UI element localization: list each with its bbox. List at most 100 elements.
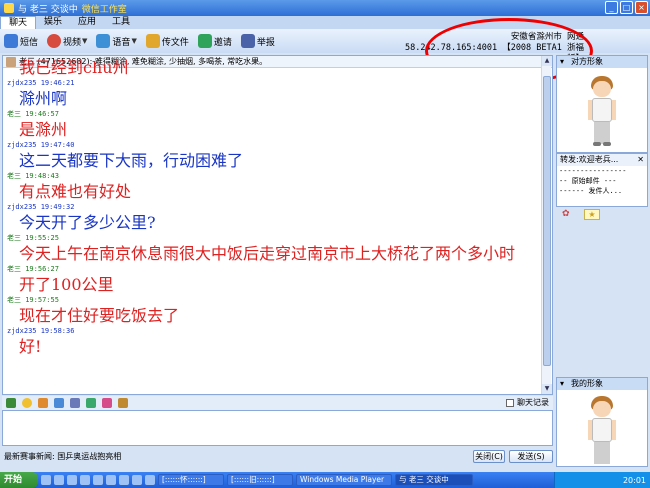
forward-mail-line: ---------------- — [559, 167, 627, 175]
message-meta: 老三 19:48:43 — [7, 172, 59, 180]
forward-mail-popup[interactable]: 转发:欢迎老兵... ✕ ---------------- -- 原始邮件 --… — [556, 153, 648, 207]
invite-button[interactable]: 邀请 — [197, 34, 232, 48]
forward-mail-header: 转发:欢迎老兵... ✕ — [557, 154, 647, 166]
tab-entertainment[interactable]: 娱乐 — [36, 16, 70, 29]
chevron-down-icon[interactable]: ▼ — [131, 37, 136, 45]
picture-icon[interactable] — [54, 398, 64, 408]
send-file-label: 传文件 — [161, 37, 189, 48]
forward-mail-title: 转发:欢迎老兵... — [560, 155, 619, 164]
my-avatar-figure — [582, 396, 622, 468]
video-label: 视频 — [63, 37, 82, 48]
app-icon[interactable] — [132, 475, 142, 485]
forward-mail-line: -- 原始邮件 --- — [559, 177, 617, 185]
scroll-down-icon[interactable]: ▼ — [542, 384, 552, 394]
taskbar-item[interactable]: Windows Media Player — [296, 474, 392, 486]
browser-icon[interactable] — [41, 475, 51, 485]
message-text: 开了100公里 — [19, 275, 114, 294]
send-file-button[interactable]: 传文件 — [145, 34, 189, 48]
folder-icon — [145, 34, 160, 48]
send-button[interactable]: 发送(S) — [509, 450, 553, 463]
message-input[interactable] — [2, 410, 553, 446]
sms-icon — [4, 34, 18, 48]
screenshot-icon[interactable] — [70, 398, 80, 408]
peer-avatar-header[interactable]: 对方形象 — [557, 56, 647, 68]
chevron-down-icon[interactable]: ▼ — [82, 37, 87, 45]
app-icon[interactable] — [106, 475, 116, 485]
title-bar: 与 老三 交谈中 微信工作室 _ □ × — [0, 0, 650, 16]
emoticon-icon[interactable] — [22, 398, 32, 408]
avatar-body — [592, 98, 612, 122]
app-icon[interactable] — [145, 475, 155, 485]
gift-icon[interactable] — [102, 398, 112, 408]
star-icon[interactable]: ★ — [584, 209, 600, 220]
start-button[interactable]: 开始 — [0, 472, 38, 488]
desktop-icon[interactable] — [67, 475, 77, 485]
app-icon[interactable] — [80, 475, 90, 485]
my-avatar-panel: 我的形象 — [556, 377, 648, 467]
news-ticker[interactable]: 最新赛事新闻: 国乒奥运战抱亮相 — [4, 451, 121, 462]
invite-label: 邀请 — [213, 37, 232, 48]
message-list: 我已经到chu州 zjdx235 19:46:21 滁州啊 老三 19:46:5… — [3, 57, 552, 358]
message-text: 今天上午在南京休息雨很大中饭后走穿过南京市上大桥花了两个多小时 — [19, 244, 516, 263]
video-button[interactable]: 视频 ▼ — [47, 34, 87, 48]
message-meta: 老三 19:46:57 — [7, 110, 59, 118]
system-tray: 20:01 — [554, 472, 650, 488]
report-button[interactable]: 举报 — [240, 34, 275, 48]
clock[interactable]: 20:01 — [623, 476, 646, 485]
settings-icon[interactable] — [118, 398, 128, 408]
input-toolbar: 聊天记录 — [2, 396, 553, 410]
avatar-arm — [612, 100, 616, 120]
music-icon[interactable] — [86, 398, 96, 408]
avatar-arm — [612, 420, 616, 440]
scrollbar-thumb[interactable] — [543, 76, 551, 366]
scroll-up-icon[interactable]: ▲ — [542, 56, 552, 66]
taskbar-item[interactable]: [::::::旧::::::] — [227, 474, 293, 486]
tab-apps[interactable]: 应用 — [70, 16, 104, 29]
avatar-actions: ✿ ★ — [556, 209, 648, 221]
avatar-shoe — [593, 142, 601, 146]
taskbar-item[interactable]: [::::::怀::::::] — [158, 474, 224, 486]
microphone-icon — [96, 34, 111, 48]
maximize-button[interactable]: □ — [620, 1, 633, 14]
history-checkbox[interactable] — [506, 398, 514, 407]
app-icon[interactable] — [119, 475, 129, 485]
chat-history-pane[interactable]: 老三 (471652682): 难得糊涂, 难免糊涂, 少抽烟, 多喝茶, 常吃… — [2, 55, 553, 395]
taskbar: 开始 [::::::怀::::::] [::::::旧::::::] Windo… — [0, 472, 650, 488]
font-icon[interactable] — [6, 398, 16, 408]
tab-tools[interactable]: 工具 — [104, 16, 138, 29]
peer-avatar-panel: 对方形象 — [556, 55, 648, 153]
sms-button[interactable]: 短信 — [4, 34, 38, 48]
magic-icon[interactable] — [38, 398, 48, 408]
message-text: 好! — [19, 337, 42, 356]
message-text: 现在才住好要吃饭去了 — [19, 306, 180, 325]
message-text: 今天开了多少公里? — [19, 213, 156, 232]
history-toggle[interactable]: 聊天记录 — [506, 397, 549, 408]
peer-avatar-figure — [582, 76, 622, 148]
close-window-button[interactable]: × — [635, 1, 648, 14]
message-meta: 老三 19:56:27 — [7, 265, 59, 273]
message-text: 这二天都要下大雨，行动困难了 — [19, 151, 244, 170]
tab-chat[interactable]: 聊天 — [0, 16, 37, 29]
media-icon[interactable] — [54, 475, 64, 485]
flower-icon[interactable]: ✿ — [562, 209, 570, 219]
app-icon[interactable] — [93, 475, 103, 485]
my-avatar-header[interactable]: 我的形象 — [557, 378, 647, 390]
voice-label: 语音 — [112, 37, 131, 48]
video-camera-icon — [47, 34, 62, 48]
avatar-face — [593, 81, 611, 97]
chat-scrollbar[interactable]: ▲ ▼ — [541, 56, 552, 394]
message-meta: zjdx235 19:47:40 — [7, 141, 75, 149]
close-chat-button[interactable]: 关闭(C) — [473, 450, 505, 463]
forward-mail-line: ------ 发件人... — [559, 187, 623, 195]
message-text: 是滁州 — [19, 120, 68, 139]
sms-label: 短信 — [20, 37, 39, 48]
close-icon[interactable]: ✕ — [637, 154, 647, 166]
voice-button[interactable]: 语音 ▼ — [96, 34, 137, 48]
report-label: 举报 — [256, 37, 275, 48]
history-label: 聊天记录 — [517, 398, 549, 407]
minimize-button[interactable]: _ — [605, 1, 618, 14]
invite-icon — [197, 34, 212, 48]
avatar-shoe — [603, 142, 611, 146]
message-text: 滁州啊 — [19, 89, 68, 108]
taskbar-item[interactable]: 与 老三 交谈中 — [395, 474, 473, 486]
